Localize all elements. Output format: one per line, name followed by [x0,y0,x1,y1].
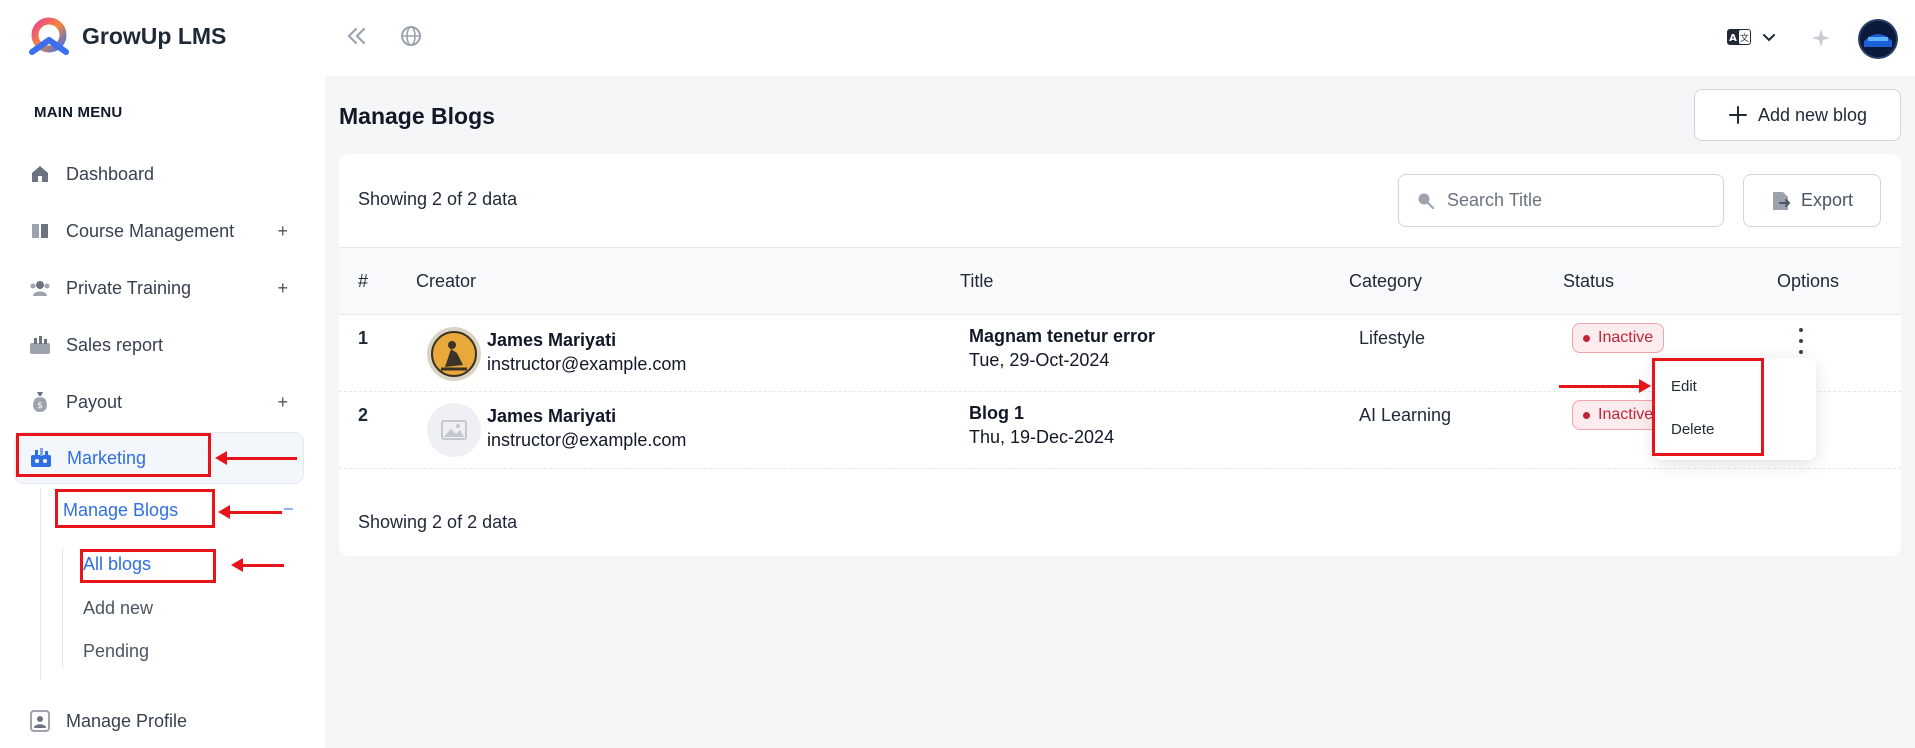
status-dot-icon [1583,411,1590,419]
creator-name: James Mariyati [487,406,617,426]
sidebar-item-label: Course Management [66,220,235,241]
svg-text:文: 文 [1740,32,1749,44]
sidebar-item-pending[interactable]: Pending [83,641,149,662]
blog-category: AI Learning [1359,405,1452,425]
sidebar-item-private-training[interactable]: Private Training + [14,262,304,314]
status-label: Inactive [1598,406,1654,423]
expand-toggle[interactable]: + [277,278,288,299]
annotation-arrow [231,558,284,572]
sidebar-item-label: Sales report [66,334,164,355]
sidebar: GrowUp LMS MAIN MENU Dashboard Course Ma… [0,0,325,748]
submenu-guide-line [62,548,63,668]
export-icon [1772,191,1791,210]
sidebar-item-label: Payout [66,391,123,412]
export-label: Export [1800,190,1854,210]
status-dot-icon [1583,334,1590,342]
chart-icon [28,333,52,357]
showing-count-bottom: Showing 2 of 2 data [358,512,518,532]
showing-count-top: Showing 2 of 2 data [358,189,518,209]
app-name: GrowUp LMS [82,22,227,49]
column-header-number: # [358,271,369,291]
highlight-marketing [16,433,211,477]
status-badge[interactable]: Inactive [1572,323,1665,353]
sidebar-item-payout[interactable]: $ Payout + [14,376,304,428]
submenu-guide-line [40,488,41,680]
translate-icon[interactable]: A文 [1725,26,1753,48]
creator-avatar [427,327,481,381]
blog-category: Lifestyle [1359,328,1426,348]
blog-date: Thu, 19-Dec-2024 [969,427,1115,447]
add-new-blog-label: Add new blog [1757,104,1868,125]
creator-email: instructor@example.com [487,430,687,450]
annotation-arrow [218,505,282,519]
column-header-status: Status [1563,271,1615,291]
column-header-options: Options [1777,271,1840,291]
sidebar-item-dashboard[interactable]: Dashboard [14,148,304,200]
growup-logo-icon [29,17,69,55]
sidebar-item-add-new[interactable]: Add new [83,598,153,619]
chevron-down-icon[interactable] [1761,30,1777,46]
status-badge[interactable]: Inactive [1572,400,1665,430]
table-header: # Creator Title Category Status Options [339,247,1901,315]
annotation-arrow [1559,379,1651,393]
svg-text:$: $ [37,401,43,411]
user-avatar[interactable] [1858,19,1898,59]
creator-avatar-placeholder [427,403,481,457]
blog-title[interactable]: Magnam tenetur error [969,326,1155,347]
collapse-toggle[interactable]: – [284,500,293,518]
plus-icon [1728,106,1747,124]
globe-icon[interactable] [399,24,423,48]
blog-title[interactable]: Blog 1 [969,403,1024,424]
status-label: Inactive [1598,329,1654,346]
add-new-blog-button[interactable]: Add new blog [1694,89,1901,141]
annotation-arrow [215,451,297,465]
search-icon [1418,193,1435,209]
sidebar-item-course-management[interactable]: Course Management + [14,205,304,257]
users-icon [28,276,52,300]
blog-date: Tue, 29-Oct-2024 [969,350,1110,370]
sidebar-item-label: Manage Profile [66,710,188,731]
brand[interactable]: GrowUp LMS [26,16,226,56]
highlight-all-blogs [80,549,216,583]
column-header-category: Category [1349,271,1423,291]
highlight-options-menu [1652,358,1764,456]
svg-text:A: A [1729,33,1737,44]
highlight-manage-blogs [55,489,215,528]
search-box[interactable] [1398,174,1724,227]
book-icon [28,219,52,243]
sidebar-item-manage-profile[interactable]: Manage Profile [14,695,304,747]
sparkle-icon[interactable] [1809,26,1833,50]
sidebar-item-label: Dashboard [66,163,155,184]
home-icon [28,162,52,186]
sidebar-item-label: Private Training [66,277,192,298]
money-bag-icon: $ [28,390,52,414]
profile-icon [28,709,52,733]
row-number: 1 [358,328,369,348]
column-header-creator: Creator [416,271,477,291]
topbar: A文 [325,0,1915,76]
sidebar-item-sales-report[interactable]: Sales report [14,319,304,371]
main-menu-heading: MAIN MENU [34,104,123,121]
creator-name: James Mariyati [487,330,617,350]
options-kebab-icon[interactable] [1796,328,1806,354]
expand-toggle[interactable]: + [277,392,288,413]
collapse-icon[interactable] [345,24,369,48]
search-input[interactable] [1447,190,1697,211]
export-button[interactable]: Export [1743,174,1881,227]
expand-toggle[interactable]: + [277,221,288,242]
creator-email: instructor@example.com [487,354,687,374]
row-number: 2 [358,405,369,425]
page-title: Manage Blogs [339,103,495,129]
column-header-title: Title [960,271,994,291]
